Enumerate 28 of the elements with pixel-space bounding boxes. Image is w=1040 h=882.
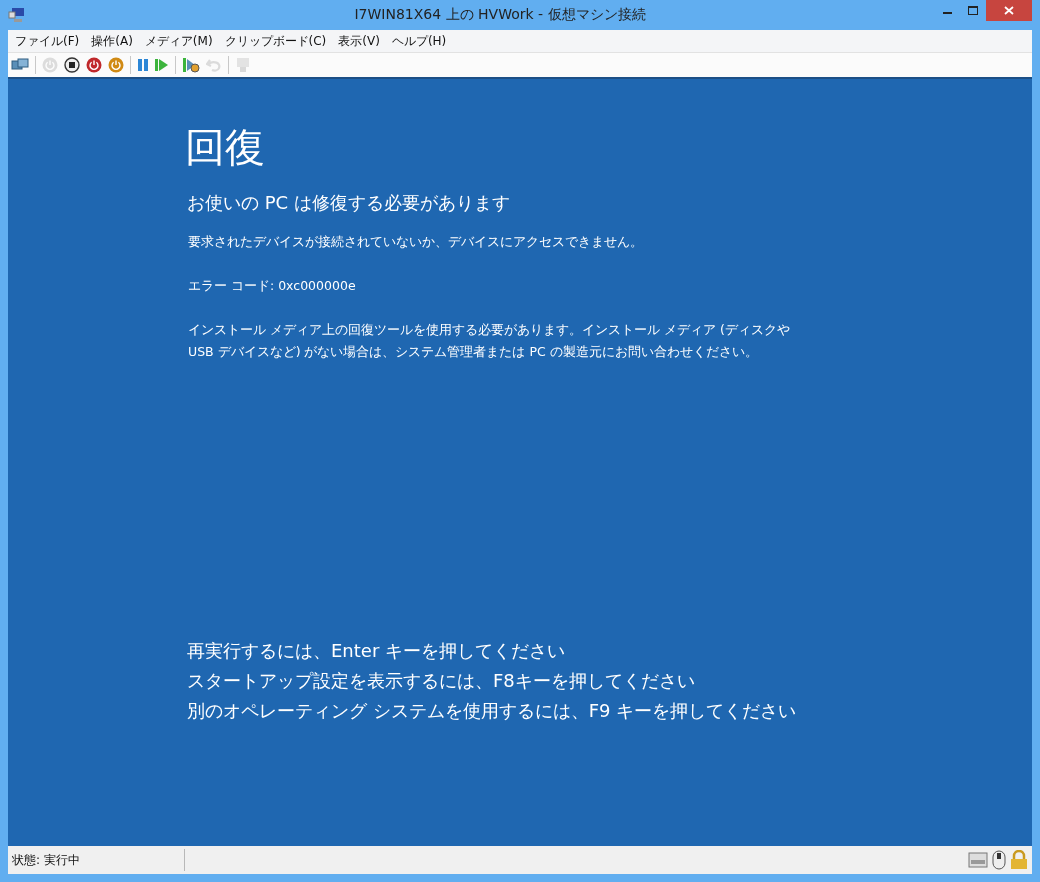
close-button[interactable] [986,0,1032,21]
menu-item[interactable]: 操作(A) [86,32,140,50]
close-icon [1004,6,1014,15]
pause-icon[interactable] [137,58,149,72]
mouse-icon [991,850,1007,870]
status-text: 状態: 実行中 [8,849,185,871]
instruction-text: 再実行するには、Enter キーを押してください [187,639,567,663]
instruction-text: 別のオペレーティング システムを使用するには、F9 キーを押してください [187,699,798,723]
window-title: I7WIN81X64 上の HVWork - 仮想マシン接続 [353,6,647,24]
maximize-icon [968,6,978,15]
checkpoint-icon[interactable] [182,57,200,73]
stop-icon[interactable] [64,57,80,73]
menu-item[interactable]: クリップボード(C) [219,32,334,50]
menu-item[interactable]: メディア(M) [139,32,220,50]
recovery-heading: 回復 [185,125,266,169]
message-text: 要求されたデバイスが接続されていないか、デバイスにアクセスできません。 [188,233,644,251]
error-subheading: お使いの PC は修復する必要があります [187,191,511,215]
lock-icon [1010,850,1028,870]
message-text: インストール メディア上の回復ツールを使用する必要があります。インストール メディア (ディスクや USB デバイスなど) がない場合は、システム管理者または PC の製造元にお問い合わせください。 [188,321,791,361]
instruction-text: スタートアップ設定を表示するには、F8キーを押してください [187,669,696,693]
menu-item[interactable]: ファイル(F) [10,32,87,50]
menu-item[interactable]: 表示(V) [333,32,387,50]
power-icon[interactable] [108,57,124,73]
computer-icon[interactable] [8,7,26,23]
power-icon[interactable] [86,57,102,73]
play-icon[interactable] [155,58,169,72]
menu-item[interactable]: ヘルプ(H) [386,32,454,50]
message-text: エラー コード: 0xc000000e [188,277,357,295]
